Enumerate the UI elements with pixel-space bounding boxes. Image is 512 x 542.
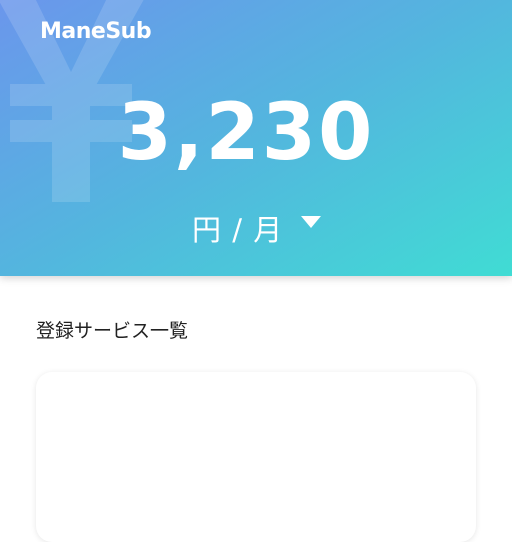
summary-header: ManeSub 3,230 円 / 月	[0, 0, 512, 276]
monthly-total-amount: 3,230	[117, 88, 375, 178]
service-list-card	[36, 372, 476, 542]
period-label: 円 / 月	[192, 213, 284, 247]
caret-down-icon	[301, 216, 322, 228]
period-dropdown[interactable]: 円 / 月	[192, 208, 322, 248]
section-title: 登録サービス一覧	[36, 320, 189, 342]
app-logo: ManeSub	[40, 19, 152, 44]
